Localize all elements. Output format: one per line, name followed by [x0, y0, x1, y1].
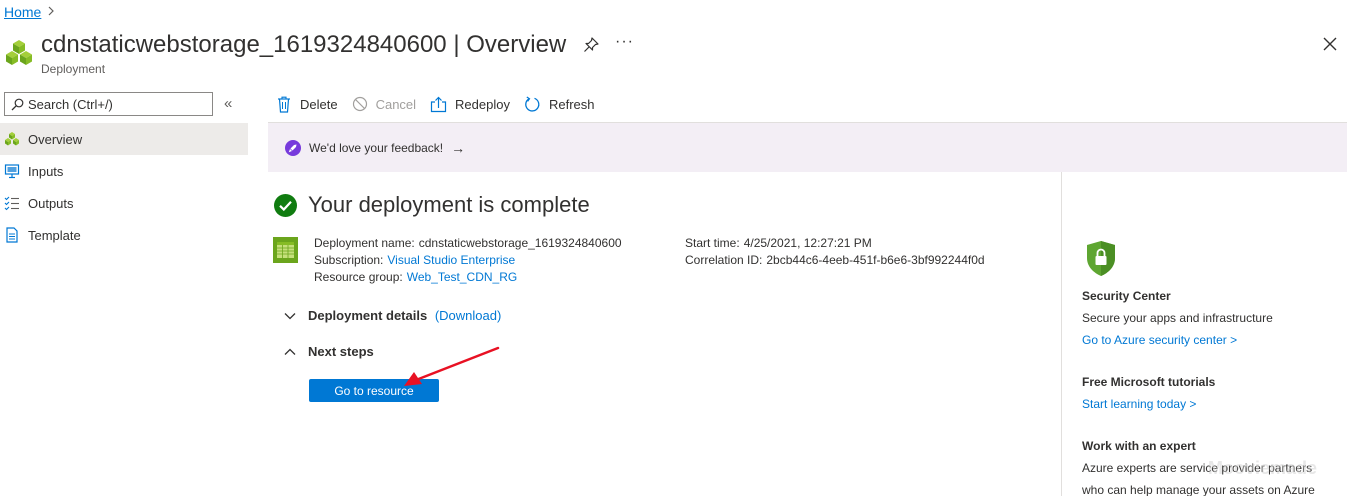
next-steps-toggle[interactable]: Next steps: [284, 344, 374, 359]
sidebar-item-template[interactable]: Template: [0, 219, 248, 251]
redeploy-label: Redeploy: [455, 96, 510, 112]
sidebar-item-label: Outputs: [28, 195, 74, 211]
outputs-icon: [4, 195, 20, 211]
command-bar: Delete Cancel Redeploy Refresh: [276, 92, 609, 116]
start-time-value: 4/25/2021, 12:27:21 PM: [743, 236, 872, 250]
resource-group-row: Resource group: Web_Test_CDN_RG: [314, 269, 622, 286]
search-input[interactable]: [28, 96, 208, 112]
deployment-details-title: Deployment details: [308, 308, 428, 323]
sidebar-nav: Overview Inputs Outputs Template: [0, 123, 248, 251]
subscription-row: Subscription: Visual Studio Enterprise: [314, 252, 622, 269]
resource-group-label: Resource group:: [314, 270, 403, 284]
inputs-icon: [4, 163, 20, 179]
cancel-icon: [352, 96, 367, 112]
pin-icon[interactable]: [582, 36, 600, 54]
subscription-link[interactable]: Visual Studio Enterprise: [387, 253, 515, 267]
page-subtitle: Deployment: [41, 62, 106, 76]
sidebar-item-overview[interactable]: Overview: [0, 123, 248, 155]
close-icon[interactable]: [1320, 34, 1340, 54]
deployment-info-right: Start time: 4/25/2021, 12:27:21 PM Correl…: [685, 235, 985, 269]
start-time-row: Start time: 4/25/2021, 12:27:21 PM: [685, 235, 985, 252]
deployment-resource-icon: [273, 237, 298, 263]
security-shield-icon: [1087, 241, 1115, 276]
status-title: Your deployment is complete: [308, 192, 590, 217]
template-icon: [4, 227, 20, 243]
security-center-link[interactable]: Go to Azure security center >: [1082, 333, 1237, 347]
chevron-up-icon: [284, 348, 296, 355]
security-center-title: Security Center: [1082, 289, 1171, 303]
start-time-label: Start time:: [685, 236, 740, 250]
security-center-text: Secure your apps and infrastructure: [1082, 311, 1273, 325]
deployment-status: Your deployment is complete: [274, 192, 590, 218]
deployment-name-value: cdnstaticwebstorage_1619324840600: [418, 236, 622, 250]
deployment-cubes-icon: [6, 40, 32, 65]
feedback-banner[interactable]: We'd love your feedback! →: [268, 122, 1347, 172]
redeploy-button[interactable]: Redeploy: [430, 96, 510, 113]
chevron-down-icon: [284, 312, 296, 319]
rocket-icon: [285, 139, 301, 156]
upload-icon: [430, 96, 447, 112]
subscription-label: Subscription:: [314, 253, 384, 267]
success-check-icon: [274, 193, 297, 217]
correlation-row: Correlation ID: 2bcb44c6-4eeb-451f-b6e6-3…: [685, 252, 985, 269]
arrow-right-icon: →: [451, 139, 466, 156]
feedback-text: We'd love your feedback!: [309, 140, 444, 155]
watermark: Mooviemade: [1208, 458, 1318, 478]
page-title: cdnstaticwebstorage_1619324840600 | Over…: [41, 31, 567, 58]
delete-label: Delete: [300, 96, 338, 112]
breadcrumb-home-link[interactable]: Home: [4, 4, 41, 20]
cancel-label: Cancel: [375, 96, 417, 112]
deployment-icon: [4, 131, 20, 147]
deployment-name-row: Deployment name: cdnstaticwebstorage_1619…: [314, 235, 622, 252]
tutorials-link[interactable]: Start learning today >: [1082, 397, 1196, 411]
refresh-button[interactable]: Refresh: [524, 96, 595, 113]
cancel-button[interactable]: Cancel: [352, 96, 416, 112]
deployment-info-left: Deployment name: cdnstaticwebstorage_1619…: [314, 235, 622, 286]
breadcrumb: Home: [4, 4, 55, 20]
sidebar-item-label: Template: [28, 227, 81, 243]
deployment-name-label: Deployment name:: [314, 236, 415, 250]
correlation-label: Correlation ID:: [685, 253, 763, 267]
refresh-icon: [525, 96, 540, 112]
sidebar-item-inputs[interactable]: Inputs: [0, 155, 248, 187]
sidebar-item-label: Inputs: [28, 163, 64, 179]
download-link[interactable]: (Download): [435, 308, 501, 323]
resource-group-link[interactable]: Web_Test_CDN_RG: [407, 270, 517, 284]
annotation-arrow-icon: [404, 346, 500, 386]
correlation-value: 2bcb44c6-4eeb-451f-b6e6-3bf992244f0d: [766, 253, 985, 267]
tutorials-title: Free Microsoft tutorials: [1082, 375, 1216, 389]
sidebar-item-label: Overview: [28, 131, 83, 147]
sidebar-item-outputs[interactable]: Outputs: [0, 187, 248, 219]
expert-title: Work with an expert: [1082, 439, 1196, 453]
expert-text-line2: who can help manage your assets on Azure: [1082, 483, 1315, 496]
delete-button[interactable]: Delete: [276, 96, 338, 113]
next-steps-title: Next steps: [308, 344, 374, 359]
collapse-menu-icon[interactable]: «: [224, 95, 232, 112]
deployment-details-toggle[interactable]: Deployment details (Download): [284, 308, 501, 323]
panel-divider: [1061, 172, 1062, 496]
search-box[interactable]: [4, 92, 213, 116]
search-icon: [11, 98, 24, 110]
trash-icon: [278, 96, 290, 113]
refresh-label: Refresh: [548, 96, 595, 112]
more-options-icon[interactable]: ···: [615, 33, 634, 51]
chevron-right-icon: [47, 5, 55, 19]
